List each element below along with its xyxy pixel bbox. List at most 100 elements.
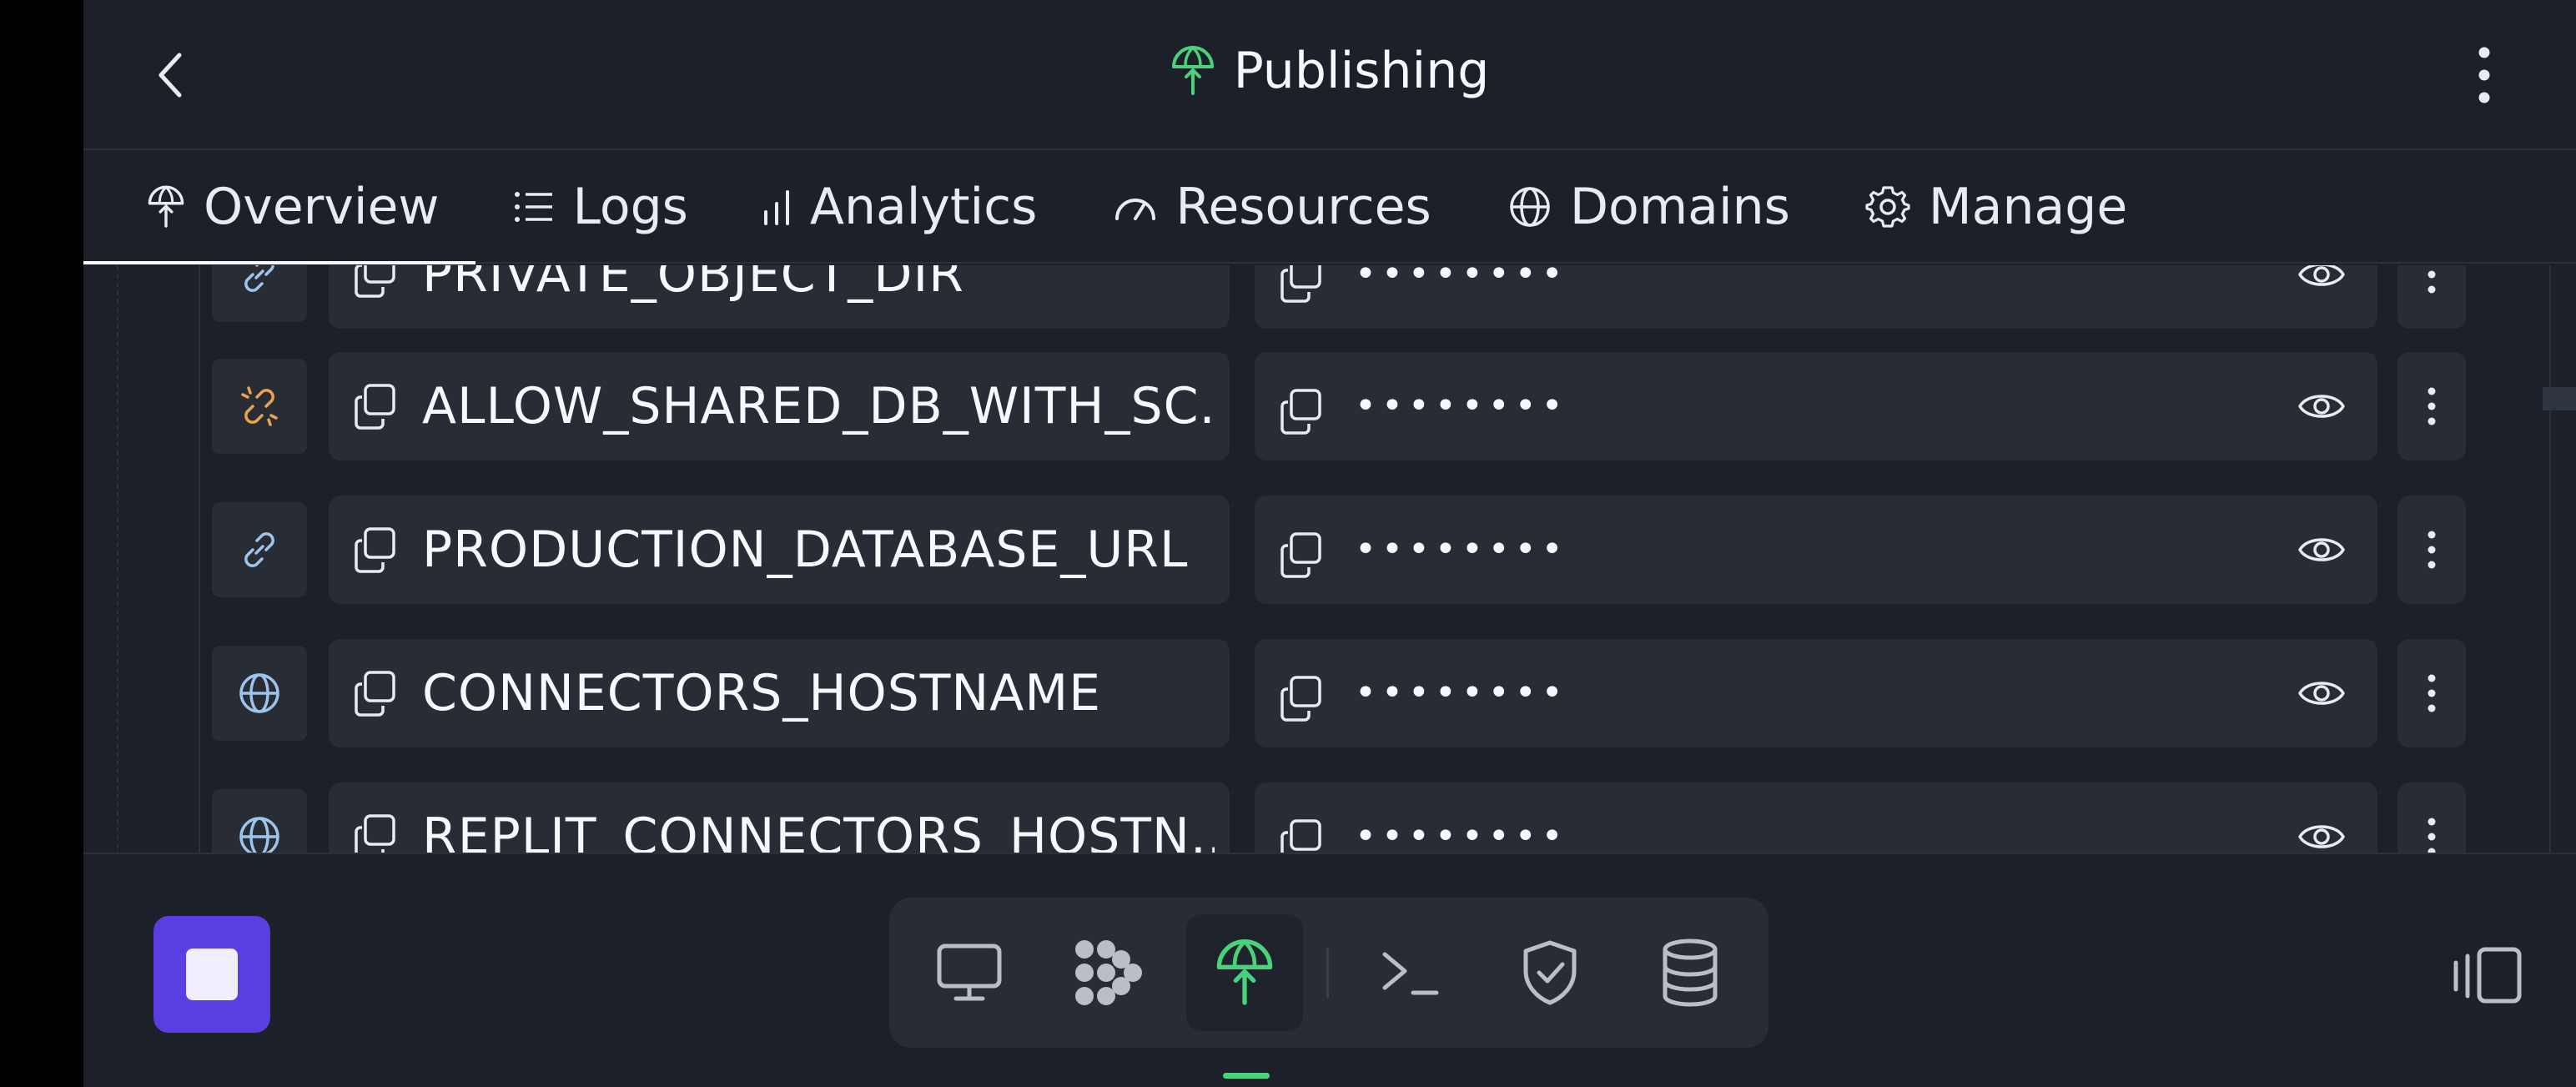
publish-icon [148,185,184,228]
stop-icon [186,949,238,1000]
kebab-menu-icon [2428,270,2436,294]
terminal-icon [1382,952,1439,995]
copy-icon[interactable] [1280,818,1323,853]
link-icon [244,532,274,567]
secret-key-text: CONNECTORS_HOSTNAME [422,664,1102,722]
secret-value-masked: •••••••• [1355,265,1568,295]
tab-label: Logs [572,178,688,236]
nodes-icon [1075,940,1142,1005]
tab-label: Manage [1928,178,2128,236]
shield-check-icon [1523,940,1577,1005]
secret-row: CONNECTORS_HOSTNAME •••••••• [212,639,2548,747]
copy-icon[interactable] [354,813,397,853]
eye-icon[interactable] [2297,265,2346,295]
eye-icon[interactable] [2297,816,2346,853]
secret-type-badge [212,502,307,597]
database-icon [1663,939,1718,1007]
tab-overview[interactable]: Overview [83,151,476,264]
shell-tool[interactable] [1351,914,1468,1031]
secret-more-button[interactable] [2397,265,2466,329]
secret-row: PRODUCTION_DATABASE_URL •••••••• [212,496,2548,604]
kebab-menu-icon [2428,387,2436,425]
secret-more-button[interactable] [2397,783,2466,853]
preview-tool[interactable] [911,914,1028,1031]
secret-value-field[interactable]: •••••••• [1255,352,2377,460]
secret-type-badge [212,646,307,741]
globe-icon [239,673,279,713]
secret-key-field[interactable]: REPLIT_CONNECTORS_HOSTN... [329,783,1230,853]
kebab-menu-icon [2428,818,2436,853]
eye-icon[interactable] [2297,385,2346,427]
secret-row: PRIVATE_OBJECT_DIR •••••••• [212,265,2548,329]
copy-icon[interactable] [354,526,397,574]
secret-more-button[interactable] [2397,639,2466,747]
secret-type-badge [212,265,307,322]
secret-row: REPLIT_CONNECTORS_HOSTN... •••••••• [212,783,2548,853]
layout-toggle-button[interactable] [2451,938,2526,1013]
tab-manage[interactable]: Manage [1865,151,2164,263]
secret-key-text: PRIVATE_OBJECT_DIR [422,265,964,304]
link-icon [244,265,274,292]
secret-key-field[interactable]: CONNECTORS_HOSTNAME [329,639,1230,747]
header: Publishing [83,0,2576,150]
kebab-menu-icon [2478,47,2490,103]
tool-switcher [889,898,1768,1048]
database-tool[interactable] [1632,914,1748,1031]
eye-icon[interactable] [2297,529,2346,571]
copy-icon[interactable] [354,265,397,299]
tab-label: Resources [1175,178,1431,236]
tab-domains[interactable]: Domains [1508,151,1827,263]
secret-value-field[interactable]: •••••••• [1255,496,2377,604]
active-tool-indicator [1223,1073,1270,1079]
monitor-icon [937,944,1002,1001]
tab-label: Domains [1569,178,1790,236]
panel-layout-icon [2453,947,2522,1004]
secret-value-masked: •••••••• [1355,815,1568,853]
copy-icon[interactable] [1280,265,1323,304]
secret-more-button[interactable] [2397,352,2466,460]
bar-chart-icon [763,190,789,225]
secret-type-badge [212,359,307,454]
copy-icon[interactable] [1280,674,1323,722]
copy-icon[interactable] [1280,531,1323,579]
tab-resources[interactable]: Resources [1114,151,1467,263]
secret-key-field[interactable]: ALLOW_SHARED_DB_WITH_SC... [329,352,1230,460]
page-title: Publishing [1233,42,1490,100]
workflows-tool[interactable] [1051,914,1168,1031]
publish-icon [1216,939,1273,1005]
more-options-button[interactable] [2468,43,2501,107]
tab-label: Analytics [809,178,1038,236]
secret-key-text: REPLIT_CONNECTORS_HOSTN... [422,808,1215,853]
publish-icon [1171,46,1214,95]
gear-icon [1865,186,1910,228]
tab-logs[interactable]: Logs [514,151,724,263]
kebab-menu-icon [2428,674,2436,712]
copy-icon[interactable] [354,382,397,430]
toolbar-divider [1326,948,1329,998]
kebab-menu-icon [2428,531,2436,569]
secret-value-field[interactable]: •••••••• [1255,265,2377,329]
stop-button[interactable] [153,916,270,1033]
tab-analytics[interactable]: Analytics [762,151,1074,263]
tab-label: Overview [204,178,440,236]
copy-icon[interactable] [354,669,397,717]
secret-type-badge [212,789,307,853]
secret-key-field[interactable]: PRIVATE_OBJECT_DIR [329,265,1230,329]
secret-key-field[interactable]: PRODUCTION_DATABASE_URL [329,496,1230,604]
secrets-list-viewport[interactable]: PRIVATE_OBJECT_DIR •••••••• ALLOW_SHARED… [83,265,2576,853]
publishing-tool[interactable] [1186,914,1303,1031]
secret-value-masked: •••••••• [1355,385,1568,427]
copy-icon[interactable] [1280,387,1323,435]
security-tool[interactable] [1492,914,1608,1031]
scrollbar-thumb[interactable] [2543,387,2576,410]
secret-more-button[interactable] [2397,496,2466,604]
secret-value-field[interactable]: •••••••• [1255,783,2377,853]
globe-icon [239,817,279,853]
eye-icon[interactable] [2297,672,2346,714]
secret-row: ALLOW_SHARED_DB_WITH_SC... •••••••• [212,352,2548,460]
tab-bar: Overview Logs Analytics Resources Domain… [83,152,2576,264]
list-icon [515,192,553,222]
secret-value-masked: •••••••• [1355,672,1568,714]
globe-icon [1510,187,1550,227]
secret-value-field[interactable]: •••••••• [1255,639,2377,747]
